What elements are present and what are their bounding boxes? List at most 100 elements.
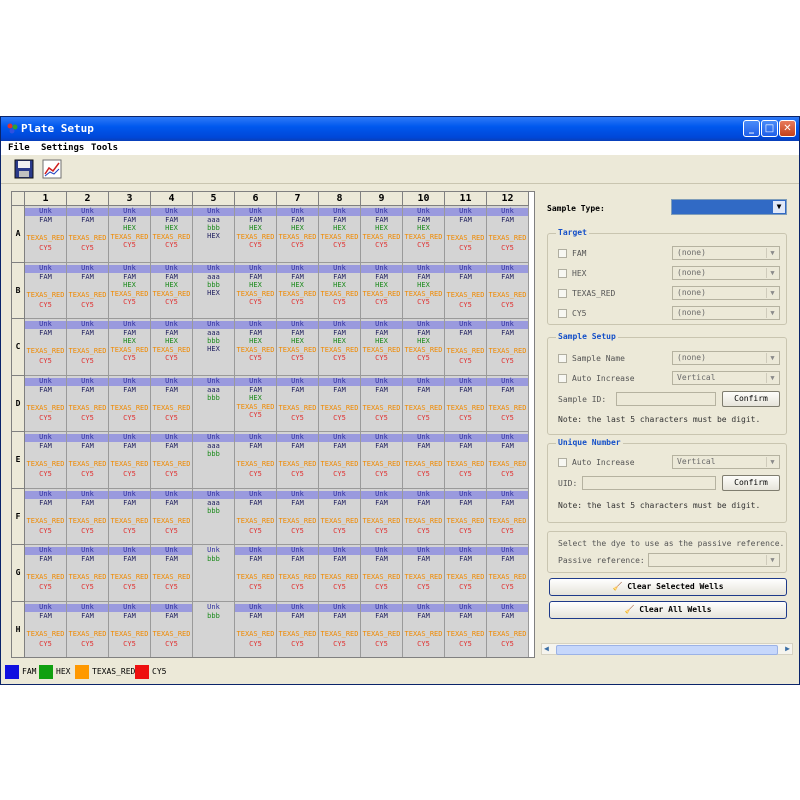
row-header-H[interactable]: H — [12, 601, 25, 657]
well-D7[interactable]: Unk FAM TEXAS_RED CY5 — [277, 375, 319, 432]
well-F5[interactable]: Unk aaa bbb — [193, 488, 235, 545]
well-E6[interactable]: Unk FAM TEXAS_RED CY5 — [235, 432, 277, 489]
well-F6[interactable]: Unk FAM TEXAS_RED CY5 — [235, 488, 277, 545]
well-C9[interactable]: Unk FAM HEX TEXAS_RED CY5 — [361, 319, 403, 376]
clear-selected-wells-button[interactable]: 🧹 Clear Selected Wells — [549, 578, 787, 596]
well-H6[interactable]: Unk FAM TEXAS_RED CY5 — [235, 601, 277, 657]
well-G1[interactable]: Unk FAM TEXAS_RED CY5 — [25, 545, 67, 602]
sample-id-input[interactable] — [616, 392, 716, 406]
well-C6[interactable]: Unk FAM HEX TEXAS_RED CY5 — [235, 319, 277, 376]
menu-settings[interactable]: Settings — [41, 143, 84, 153]
well-A12[interactable]: Unk FAM TEXAS_RED CY5 — [487, 206, 529, 263]
well-B10[interactable]: Unk FAM HEX TEXAS_RED CY5 — [403, 262, 445, 319]
target-checkbox[interactable] — [558, 269, 567, 278]
well-D11[interactable]: Unk FAM TEXAS_RED CY5 — [445, 375, 487, 432]
well-B4[interactable]: Unk FAM HEX TEXAS_RED CY5 — [151, 262, 193, 319]
well-F2[interactable]: Unk FAM TEXAS_RED CY5 — [67, 488, 109, 545]
well-C3[interactable]: Unk FAM HEX TEXAS_RED CY5 — [109, 319, 151, 376]
sample-name-checkbox[interactable] — [558, 354, 567, 363]
well-E9[interactable]: Unk FAM TEXAS_RED CY5 — [361, 432, 403, 489]
well-H3[interactable]: Unk FAM TEXAS_RED CY5 — [109, 601, 151, 657]
column-header-4[interactable]: 4 — [151, 192, 193, 206]
well-G9[interactable]: Unk FAM TEXAS_RED CY5 — [361, 545, 403, 602]
well-B1[interactable]: Unk FAM TEXAS_RED CY5 — [25, 262, 67, 319]
well-B7[interactable]: Unk FAM HEX TEXAS_RED CY5 — [277, 262, 319, 319]
uid-confirm-button[interactable]: Confirm — [722, 475, 780, 491]
column-header-10[interactable]: 10 — [403, 192, 445, 206]
well-E12[interactable]: Unk FAM TEXAS_RED CY5 — [487, 432, 529, 489]
well-H12[interactable]: Unk FAM TEXAS_RED CY5 — [487, 601, 529, 657]
well-G8[interactable]: Unk FAM TEXAS_RED CY5 — [319, 545, 361, 602]
well-D10[interactable]: Unk FAM TEXAS_RED CY5 — [403, 375, 445, 432]
row-header-C[interactable]: C — [12, 319, 25, 376]
scroll-left-icon[interactable]: ◀ — [544, 644, 549, 653]
column-header-2[interactable]: 2 — [67, 192, 109, 206]
menu-file[interactable]: File — [8, 143, 30, 153]
well-H8[interactable]: Unk FAM TEXAS_RED CY5 — [319, 601, 361, 657]
well-D2[interactable]: Unk FAM TEXAS_RED CY5 — [67, 375, 109, 432]
minimize-button[interactable]: _ — [743, 120, 760, 137]
well-G7[interactable]: Unk FAM TEXAS_RED CY5 — [277, 545, 319, 602]
row-header-B[interactable]: B — [12, 262, 25, 319]
scroll-thumb[interactable] — [556, 645, 778, 655]
well-C12[interactable]: Unk FAM TEXAS_RED CY5 — [487, 319, 529, 376]
well-E2[interactable]: Unk FAM TEXAS_RED CY5 — [67, 432, 109, 489]
sample-id-confirm-button[interactable]: Confirm — [722, 391, 780, 407]
well-D8[interactable]: Unk FAM TEXAS_RED CY5 — [319, 375, 361, 432]
well-A9[interactable]: Unk FAM HEX TEXAS_RED CY5 — [361, 206, 403, 263]
well-F8[interactable]: Unk FAM TEXAS_RED CY5 — [319, 488, 361, 545]
well-H7[interactable]: Unk FAM TEXAS_RED CY5 — [277, 601, 319, 657]
well-B9[interactable]: Unk FAM HEX TEXAS_RED CY5 — [361, 262, 403, 319]
chart-icon[interactable] — [41, 158, 63, 180]
column-header-1[interactable]: 1 — [25, 192, 67, 206]
target-checkbox[interactable] — [558, 289, 567, 298]
uid-auto-increase-select[interactable]: Vertical ▼ — [672, 455, 780, 469]
target-select[interactable]: (none) ▼ — [672, 266, 780, 280]
well-B3[interactable]: Unk FAM HEX TEXAS_RED CY5 — [109, 262, 151, 319]
well-C10[interactable]: Unk FAM HEX TEXAS_RED CY5 — [403, 319, 445, 376]
well-C5[interactable]: Unk aaa bbb HEX — [193, 319, 235, 376]
well-A10[interactable]: Unk FAM HEX TEXAS_RED CY5 — [403, 206, 445, 263]
well-F7[interactable]: Unk FAM TEXAS_RED CY5 — [277, 488, 319, 545]
well-B8[interactable]: Unk FAM HEX TEXAS_RED CY5 — [319, 262, 361, 319]
row-header-G[interactable]: G — [12, 545, 25, 602]
well-A1[interactable]: Unk FAM TEXAS_RED CY5 — [25, 206, 67, 263]
column-header-8[interactable]: 8 — [319, 192, 361, 206]
column-header-12[interactable]: 12 — [487, 192, 529, 206]
well-C11[interactable]: Unk FAM TEXAS_RED CY5 — [445, 319, 487, 376]
target-select[interactable]: (none) ▼ — [672, 306, 780, 320]
target-checkbox[interactable] — [558, 249, 567, 258]
well-H5[interactable]: Unk bbb — [193, 601, 235, 657]
well-H2[interactable]: Unk FAM TEXAS_RED CY5 — [67, 601, 109, 657]
well-F1[interactable]: Unk FAM TEXAS_RED CY5 — [25, 488, 67, 545]
clear-all-wells-button[interactable]: 🧹 Clear All Wells — [549, 601, 787, 619]
well-H4[interactable]: Unk FAM TEXAS_RED CY5 — [151, 601, 193, 657]
well-C1[interactable]: Unk FAM TEXAS_RED CY5 — [25, 319, 67, 376]
well-F9[interactable]: Unk FAM TEXAS_RED CY5 — [361, 488, 403, 545]
well-C7[interactable]: Unk FAM HEX TEXAS_RED CY5 — [277, 319, 319, 376]
well-D4[interactable]: Unk FAM TEXAS_RED CY5 — [151, 375, 193, 432]
well-G11[interactable]: Unk FAM TEXAS_RED CY5 — [445, 545, 487, 602]
row-header-D[interactable]: D — [12, 375, 25, 432]
well-D12[interactable]: Unk FAM TEXAS_RED CY5 — [487, 375, 529, 432]
well-G2[interactable]: Unk FAM TEXAS_RED CY5 — [67, 545, 109, 602]
passive-reference-select[interactable]: ▼ — [648, 553, 780, 567]
well-E4[interactable]: Unk FAM TEXAS_RED CY5 — [151, 432, 193, 489]
well-G10[interactable]: Unk FAM TEXAS_RED CY5 — [403, 545, 445, 602]
row-header-F[interactable]: F — [12, 488, 25, 545]
well-F4[interactable]: Unk FAM TEXAS_RED CY5 — [151, 488, 193, 545]
well-D1[interactable]: Unk FAM TEXAS_RED CY5 — [25, 375, 67, 432]
well-F10[interactable]: Unk FAM TEXAS_RED CY5 — [403, 488, 445, 545]
well-C2[interactable]: Unk FAM TEXAS_RED CY5 — [67, 319, 109, 376]
well-E3[interactable]: Unk FAM TEXAS_RED CY5 — [109, 432, 151, 489]
well-D9[interactable]: Unk FAM TEXAS_RED CY5 — [361, 375, 403, 432]
column-header-7[interactable]: 7 — [277, 192, 319, 206]
auto-increase-checkbox[interactable] — [558, 374, 567, 383]
close-button[interactable]: ✕ — [779, 120, 796, 137]
well-E10[interactable]: Unk FAM TEXAS_RED CY5 — [403, 432, 445, 489]
well-A5[interactable]: Unk aaa bbb HEX — [193, 206, 235, 263]
well-B6[interactable]: Unk FAM HEX TEXAS_RED CY5 — [235, 262, 277, 319]
target-select[interactable]: (none) ▼ — [672, 286, 780, 300]
column-header-6[interactable]: 6 — [235, 192, 277, 206]
well-G12[interactable]: Unk FAM TEXAS_RED CY5 — [487, 545, 529, 602]
